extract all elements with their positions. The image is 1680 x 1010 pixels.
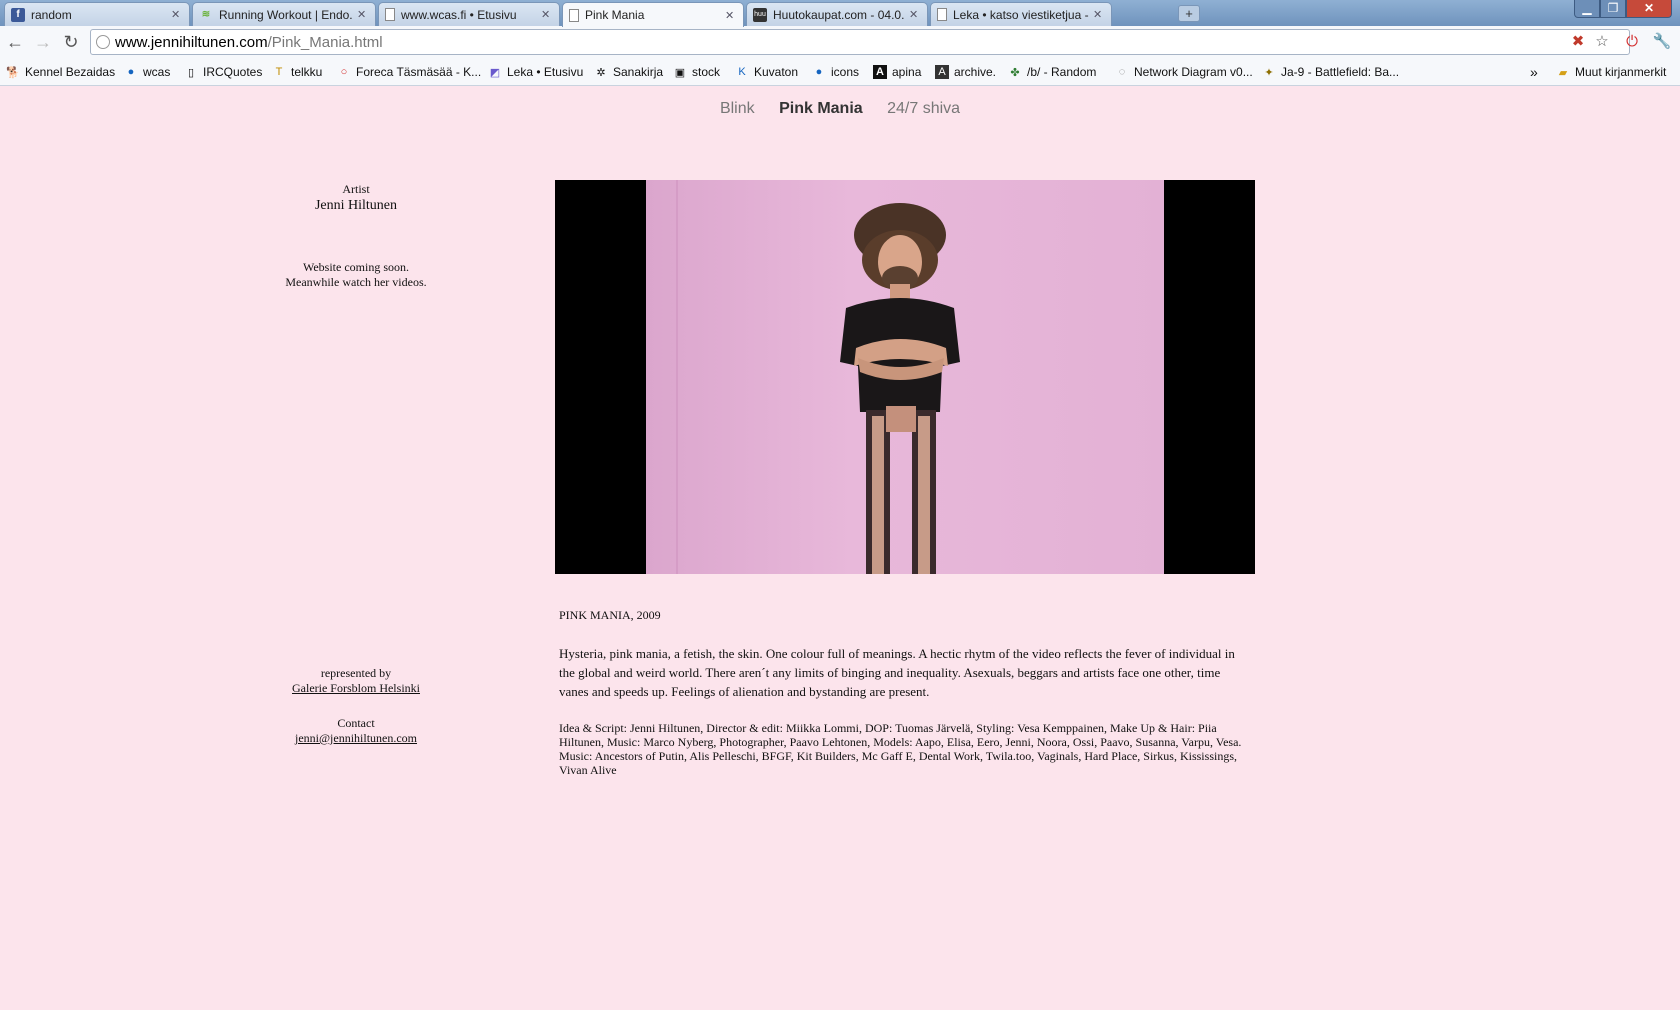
bookmark-sanakirja[interactable]: ✲ Sanakirja — [594, 62, 663, 82]
browser-toolbar: ← → ↻ www.jennihiltunen.com/Pink_Mania.h… — [0, 26, 1680, 58]
bookmarks-bar: 🐕 Kennel Bezaidas ● wcas ▯ IRCQuotes Ttelkk… — [0, 58, 1680, 86]
soldier-icon: ✦ — [1264, 66, 1274, 79]
minimize-button[interactable]: ▁ — [1574, 0, 1600, 18]
close-icon[interactable]: ✕ — [541, 8, 553, 21]
drop-icon: ● — [815, 66, 823, 78]
tab-label: Leka • katso viestiketjua -... — [953, 7, 1089, 22]
forward-button[interactable]: → — [32, 31, 54, 53]
tab-label: Pink Mania — [585, 8, 645, 22]
a-icon: A — [873, 65, 887, 79]
contact-email-link[interactable]: jenni@jennihiltunen.com — [295, 731, 417, 745]
bookmark-foreca[interactable]: ○ Foreca Täsmäsää - K... — [337, 62, 481, 82]
close-window-button[interactable]: ✕ — [1626, 0, 1672, 18]
tab-random[interactable]: f random ✕ — [4, 2, 190, 26]
close-icon[interactable]: ✕ — [357, 8, 369, 21]
endomondo-icon: ≋ — [201, 9, 211, 20]
bookmark-network-diagram[interactable]: ◌ Network Diagram v0... — [1115, 62, 1253, 82]
clover-icon: ✤ — [1010, 66, 1020, 79]
archive-icon: A — [935, 65, 949, 79]
page-icon — [385, 8, 395, 21]
blocked-cookie-icon[interactable]: ✖ — [1568, 32, 1588, 52]
close-icon[interactable]: ✕ — [1093, 8, 1105, 21]
globe-icon — [96, 35, 110, 49]
site-nav: Blink Pink Mania 24/7 shiva — [0, 100, 1680, 118]
bookmark-ircquotes[interactable]: ▯ IRCQuotes — [184, 62, 262, 82]
other-bookmarks-folder[interactable]: ▰ Muut kirjanmerkit — [1556, 62, 1667, 82]
page-content: Blink Pink Mania 24/7 shiva Artist Jenni… — [0, 86, 1680, 1010]
close-icon[interactable]: ✕ — [909, 8, 921, 21]
page-icon — [569, 8, 579, 22]
wrench-icon[interactable]: 🔧 — [1652, 32, 1672, 52]
bookmark-apina[interactable]: Aapina — [873, 62, 921, 82]
weather-icon: ○ — [340, 66, 348, 78]
close-icon[interactable]: ✕ — [171, 8, 183, 21]
facebook-icon: f — [11, 7, 25, 22]
tab-huutokaupat[interactable]: huu Huutokaupat.com - 04.0... ✕ — [746, 2, 928, 26]
reload-button[interactable]: ↻ — [60, 31, 82, 53]
performer-figure — [840, 203, 960, 574]
note-line-2: Meanwhile watch her videos. — [285, 275, 427, 289]
dog-icon: 🐕 — [6, 66, 20, 79]
new-tab-button[interactable]: + — [1178, 5, 1200, 22]
video-player[interactable] — [555, 180, 1255, 574]
tab-label: www.wcas.fi • Etusivu — [401, 7, 517, 22]
maximize-button[interactable]: ❐ — [1600, 0, 1626, 18]
artist-label: Artist — [342, 182, 370, 196]
drop-icon: ● — [127, 66, 135, 78]
page-icon — [937, 8, 947, 21]
photo-icon: ▣ — [674, 66, 686, 79]
network-icon: ◌ — [1118, 66, 1126, 78]
page-icon: ▯ — [187, 66, 195, 79]
bookmark-leka[interactable]: ◩ Leka • Etusivu — [488, 62, 583, 82]
bookmark-archive[interactable]: Aarchive. — [935, 62, 996, 82]
folder-icon: ▰ — [1558, 66, 1568, 79]
representation: represented by Galerie Forsblom Helsinki — [256, 666, 456, 696]
bookmark-kuvaton[interactable]: K Kuvaton — [735, 62, 798, 82]
tab-label: random — [31, 7, 72, 22]
tab-strip: f random ✕ ≋ Running Workout | Endo... ✕… — [0, 0, 1680, 27]
tv-icon: T — [275, 66, 283, 78]
huuto-icon: huu — [753, 7, 767, 22]
back-button[interactable]: ← — [4, 31, 26, 53]
k-icon: K — [738, 66, 746, 78]
tab-wcas[interactable]: www.wcas.fi • Etusivu ✕ — [378, 2, 560, 26]
work-credits: Idea & Script: Jenni Hiltunen, Director … — [559, 721, 1242, 777]
represented-label: represented by — [320, 666, 392, 680]
adblock-icon[interactable]: ⏻ — [1622, 32, 1642, 52]
url-path: /Pink_Mania.html — [267, 33, 383, 51]
url-host: www.jennihiltunen.com — [115, 33, 268, 51]
nav-link-24-7-shiva[interactable]: 24/7 shiva — [887, 100, 960, 117]
site-note: Website coming soon. Meanwhile watch her… — [256, 260, 456, 290]
star-icon[interactable]: ☆ — [1592, 32, 1612, 52]
contact-label: Contact — [337, 716, 375, 730]
bookmark-telkku[interactable]: Ttelkku — [272, 62, 323, 82]
tab-label: Huutokaupat.com - 04.0... — [773, 7, 905, 22]
work-description: Hysteria, pink mania, a fetish, the skin… — [559, 646, 1235, 699]
tab-pink-mania[interactable]: Pink Mania ✕ — [562, 2, 744, 27]
tab-label: Running Workout | Endo... — [219, 7, 353, 22]
tab-leka[interactable]: Leka • katso viestiketjua -... ✕ — [930, 2, 1112, 26]
gallery-link[interactable]: Galerie Forsblom Helsinki — [292, 681, 420, 695]
bookmark-stock[interactable]: ▣ stock — [673, 62, 720, 82]
nav-link-blink[interactable]: Blink — [720, 100, 755, 117]
bookmark-icons[interactable]: ● icons — [812, 62, 859, 82]
nav-link-pink-mania[interactable]: Pink Mania — [779, 100, 863, 117]
bookmark-wcas[interactable]: ● wcas — [124, 62, 171, 82]
video-frame — [646, 180, 1164, 574]
bookmark-b-random[interactable]: ✤/b/ - Random — [1008, 62, 1096, 82]
close-icon[interactable]: ✕ — [725, 9, 737, 22]
work-title: PINK MANIA, 2009 — [559, 608, 661, 622]
star-icon: ✲ — [596, 66, 606, 79]
tab-endomondo[interactable]: ≋ Running Workout | Endo... ✕ — [192, 2, 376, 26]
bookmark-kennel-bezaidas[interactable]: 🐕 Kennel Bezaidas — [6, 62, 115, 82]
leka-icon: ◩ — [489, 66, 501, 79]
address-bar[interactable]: www.jennihiltunen.com/Pink_Mania.html — [90, 29, 1630, 55]
bookmarks-overflow-button[interactable]: » — [1530, 62, 1538, 82]
note-line-1: Website coming soon. — [302, 260, 410, 274]
bookmark-ja9-battlefield[interactable]: ✦ Ja-9 - Battlefield: Ba... — [1262, 62, 1399, 82]
contact: Contact jenni@jennihiltunen.com — [256, 716, 456, 746]
artist-name: Jenni Hiltunen — [314, 198, 398, 213]
